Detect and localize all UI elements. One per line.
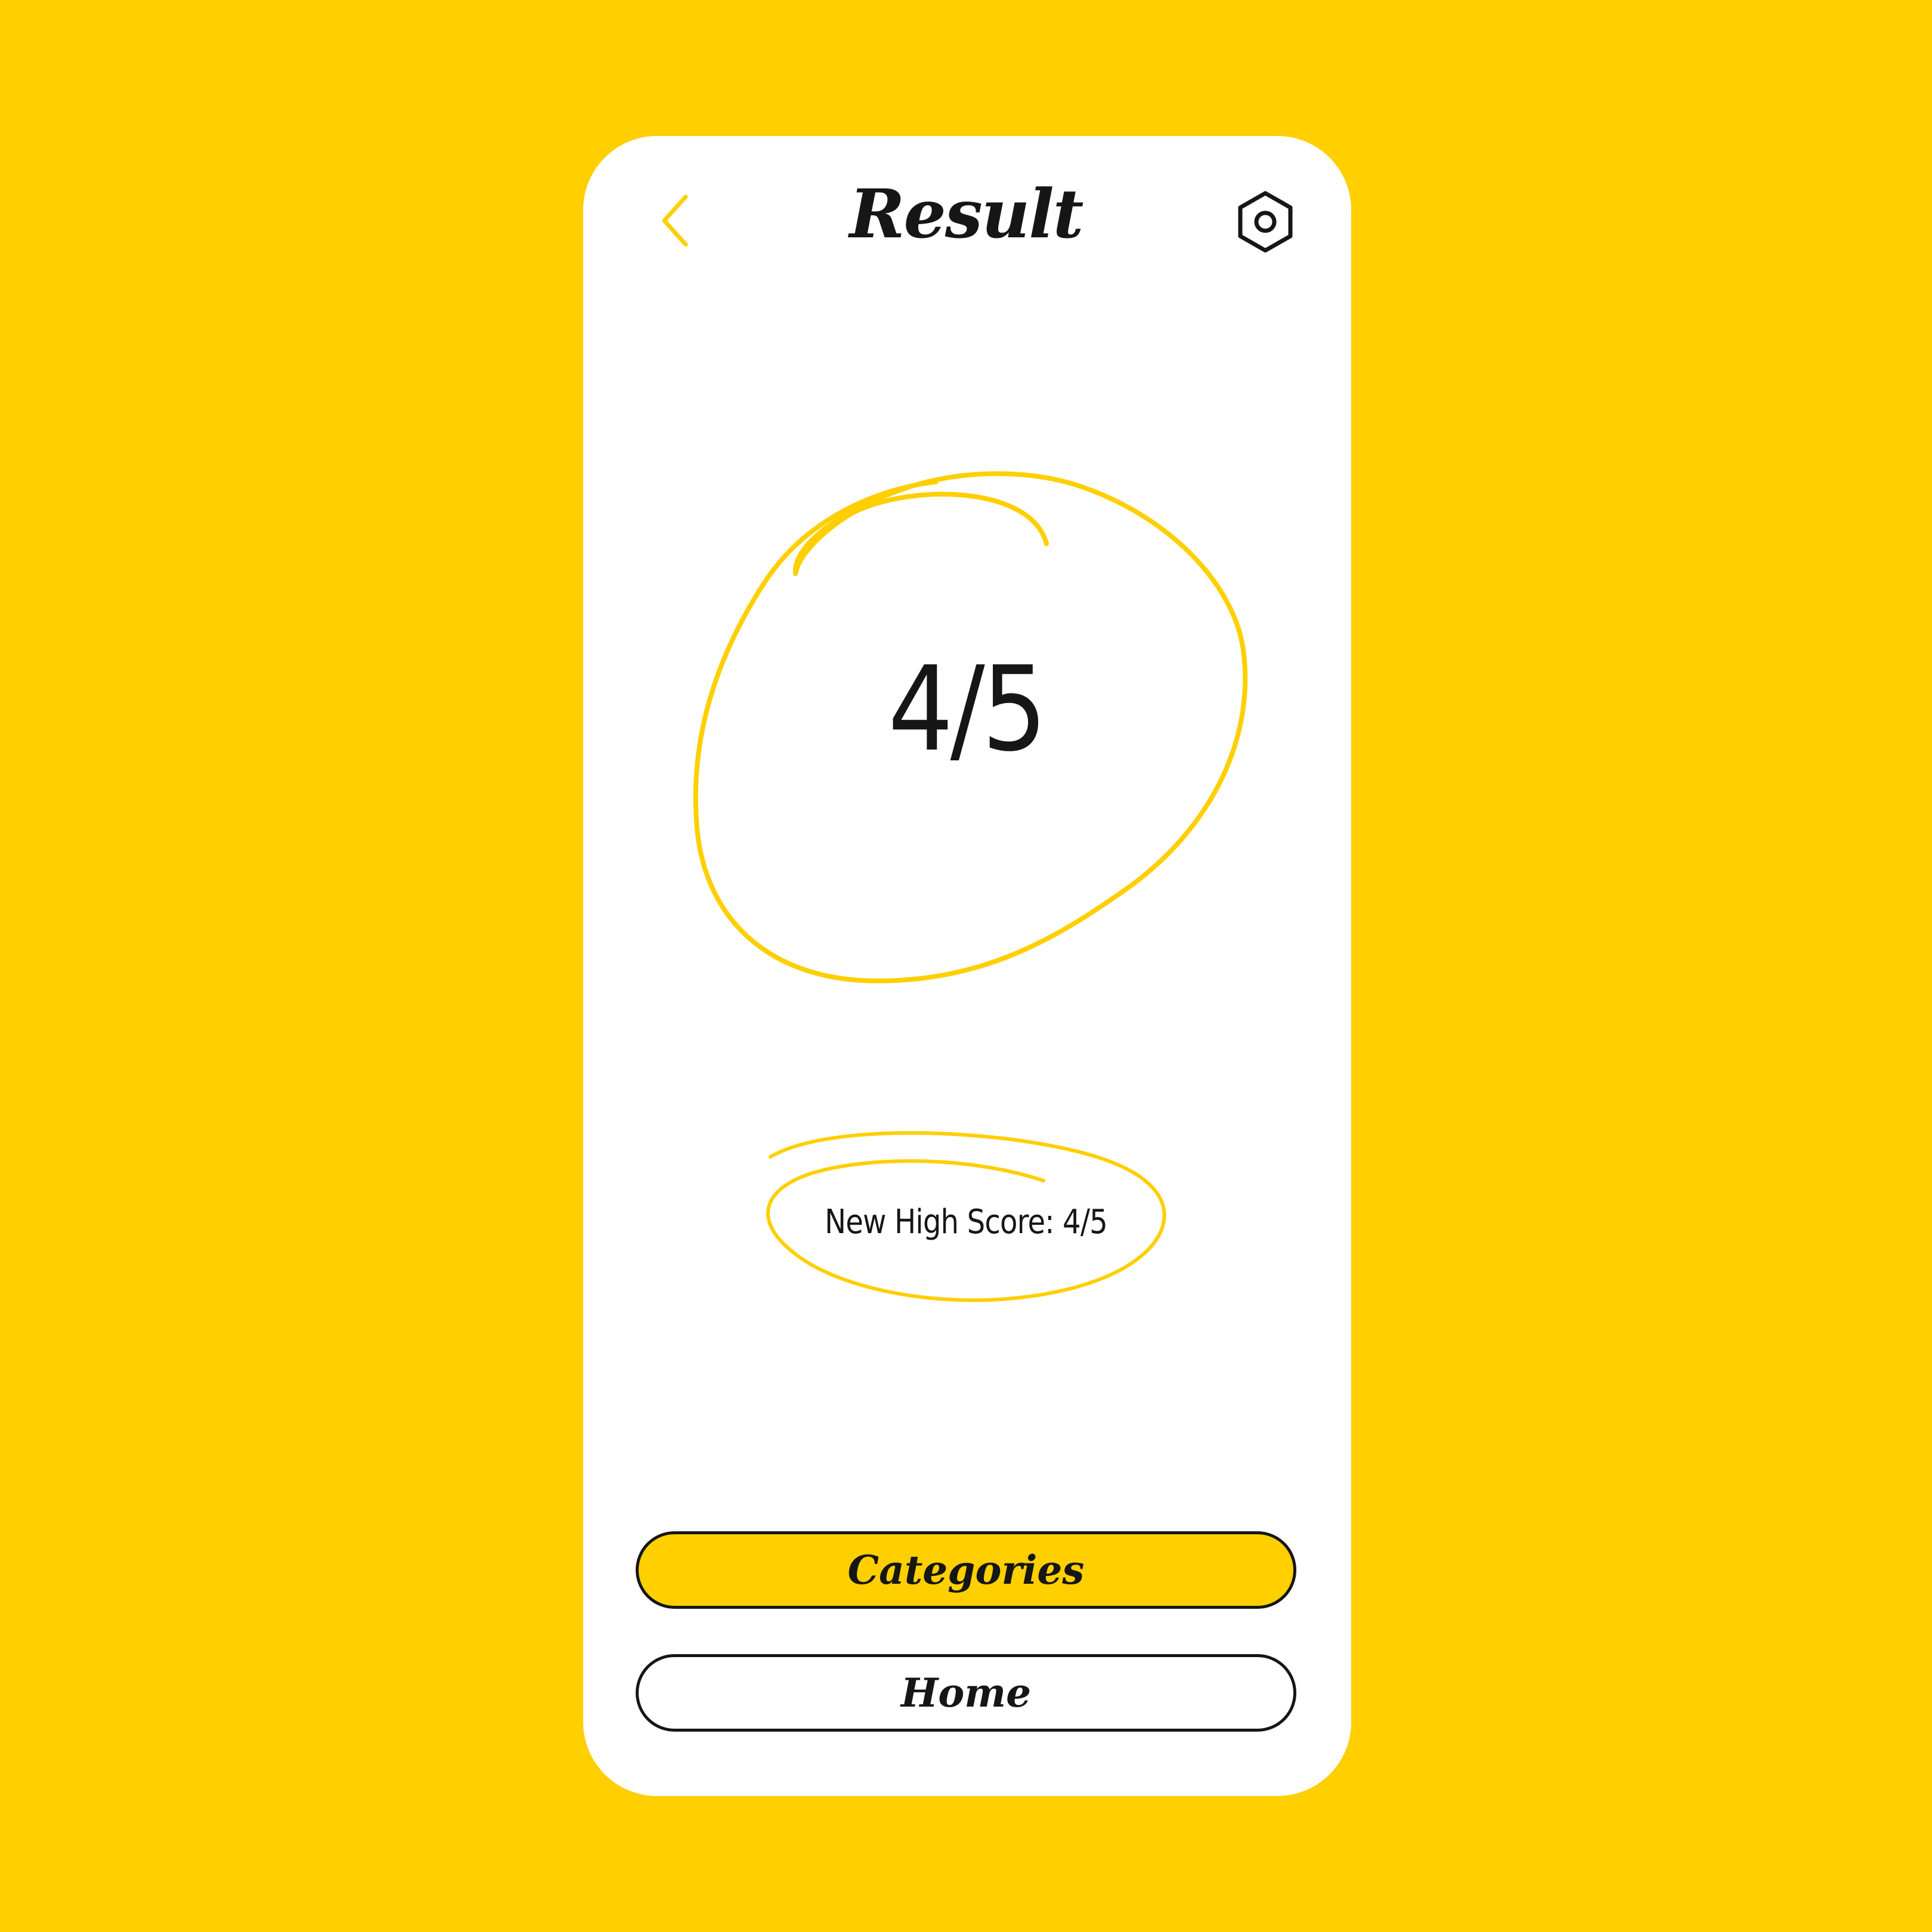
back-chevron-icon[interactable] xyxy=(660,193,691,248)
score-value: 4/5 xyxy=(888,642,1047,778)
categories-button[interactable]: Categories xyxy=(636,1531,1296,1609)
high-score-text: New High Score: 4/5 xyxy=(825,1203,1108,1241)
home-button[interactable]: Home xyxy=(636,1654,1296,1732)
page-title: Result xyxy=(849,175,1083,253)
settings-icon[interactable] xyxy=(1234,190,1296,254)
